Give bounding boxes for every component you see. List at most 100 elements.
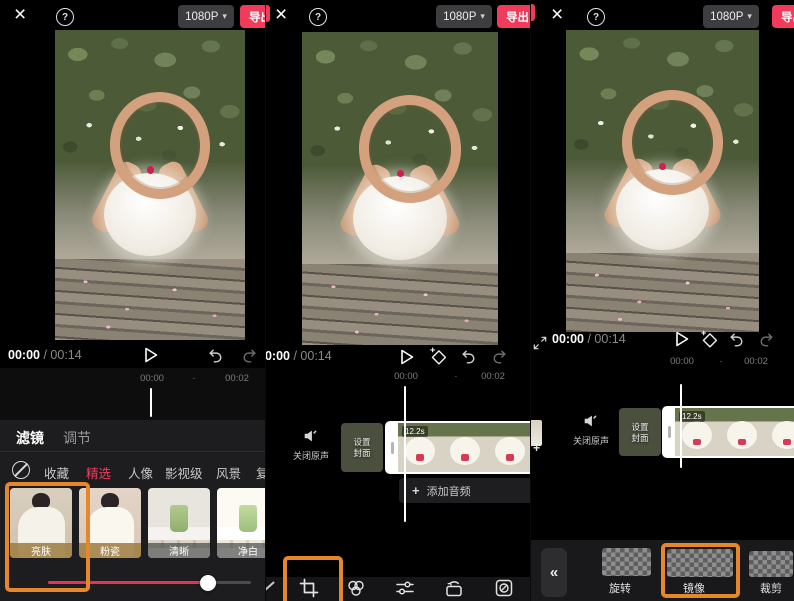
mute-label: 关闭原声 <box>293 449 329 462</box>
video-frame-scene <box>302 32 498 345</box>
undo-icon[interactable] <box>728 331 746 349</box>
keyframe-icon[interactable] <box>429 347 448 366</box>
mute-original-sound-button[interactable]: 关闭原声 <box>568 412 614 447</box>
panel-mirror-toolbar-screen: × ? 1080P ▾ 导出 00:00 / 00:14 <box>530 0 794 601</box>
fullscreen-icon[interactable] <box>533 336 547 350</box>
filter-thumb-qingxi[interactable]: 清晰 <box>148 488 210 558</box>
wooden-deck <box>55 259 245 340</box>
adjust-icon[interactable] <box>395 578 415 598</box>
tab-filters[interactable]: 滤镜 <box>16 428 44 448</box>
filter-thumb-jingbai[interactable]: 净白 <box>217 488 265 558</box>
close-icon[interactable]: × <box>14 5 26 25</box>
mute-label: 关闭原声 <box>573 434 609 447</box>
category-favorites[interactable]: 收藏 <box>44 463 69 482</box>
undo-icon[interactable] <box>207 347 225 365</box>
mirror-icon-censored[interactable] <box>667 549 733 577</box>
add-audio-button[interactable]: + 添加音频 <box>399 478 531 503</box>
replace-icon[interactable] <box>444 578 464 598</box>
ruler-tick: 00:02 <box>744 356 768 367</box>
blocked-square-icon[interactable] <box>494 578 514 598</box>
export-button[interactable]: 导出 <box>772 5 794 28</box>
filter-thumb-label: 亮肤 <box>10 543 72 558</box>
category-landscape[interactable]: 风景 <box>216 463 241 482</box>
ruler-dot: · <box>192 373 195 384</box>
option-crop[interactable]: 裁剪 <box>760 580 782 596</box>
resolution-value: 1080P <box>710 11 743 23</box>
redo-icon[interactable] <box>490 348 508 366</box>
video-preview-selected <box>566 30 759 332</box>
video-frame-scene <box>566 30 759 332</box>
clip-trim-handle-left[interactable] <box>664 408 675 456</box>
resolution-dropdown[interactable]: 1080P ▾ <box>436 5 492 28</box>
help-glyph: ? <box>315 12 321 23</box>
mute-original-sound-button[interactable]: 关闭原声 <box>288 427 334 462</box>
help-icon[interactable]: ? <box>309 8 327 26</box>
category-cinematic[interactable]: 影视级 <box>165 463 203 482</box>
ruler-tick: 00:00 <box>140 373 164 384</box>
current-time: 00:00 <box>552 332 584 346</box>
help-icon[interactable]: ? <box>56 8 74 26</box>
play-button[interactable] <box>671 329 691 349</box>
playhead[interactable] <box>680 384 682 468</box>
triple-screenshot-canvas: × ? 1080P ▾ 导出 00:00 / 00:14 <box>0 0 794 601</box>
filter-thumb-label: 净白 <box>217 543 265 558</box>
play-button[interactable] <box>396 347 416 367</box>
time-display: 00:00 / 00:14 <box>552 332 626 346</box>
clip-tile <box>720 408 765 456</box>
help-icon[interactable]: ? <box>587 8 605 26</box>
panel-filter-screen: × ? 1080P ▾ 导出 00:00 / 00:14 <box>0 0 265 601</box>
crop-option-icon-censored[interactable] <box>749 551 793 577</box>
filter-thumb-label: 粉瓷 <box>79 543 141 558</box>
redo-icon[interactable] <box>757 331 775 349</box>
option-mirror[interactable]: 镜像 <box>683 580 705 596</box>
undo-icon[interactable] <box>460 348 478 366</box>
resolution-dropdown[interactable]: 1080P ▾ <box>703 5 759 28</box>
add-clip-plus-fragment: + <box>533 441 540 455</box>
clip-tile <box>443 423 488 472</box>
close-icon[interactable]: × <box>275 5 287 25</box>
filters-icon[interactable] <box>346 578 366 598</box>
set-cover-button[interactable]: 设置 封面 <box>341 423 383 472</box>
resolution-value: 1080P <box>443 11 476 23</box>
video-frame-scene <box>55 30 245 340</box>
add-audio-label: 添加音频 <box>427 483 471 499</box>
clip-duration-badge: 12.2s <box>679 411 705 422</box>
red-nail <box>147 166 154 173</box>
resolution-value: 1080P <box>185 11 218 23</box>
video-preview-selected <box>302 32 498 345</box>
filter-thumb-fenci[interactable]: 粉瓷 <box>79 488 141 558</box>
total-time: 00:14 <box>300 349 331 363</box>
export-button[interactable]: 导出 <box>240 5 265 28</box>
cover-label-line2: 封面 <box>631 433 648 443</box>
set-cover-button[interactable]: 设置 封面 <box>619 408 661 456</box>
current-time: 00:00 <box>265 349 290 363</box>
playhead[interactable] <box>404 386 406 522</box>
collapse-toolbar-button[interactable]: « <box>541 548 567 597</box>
play-button[interactable] <box>140 345 160 365</box>
no-filter-icon[interactable] <box>12 461 30 479</box>
redo-icon[interactable] <box>240 347 258 365</box>
close-icon[interactable]: × <box>551 5 563 25</box>
playhead[interactable] <box>150 388 152 417</box>
video-preview <box>55 30 245 340</box>
filter-strength-slider[interactable] <box>48 581 251 584</box>
ruler-dot: · <box>719 356 722 367</box>
help-glyph: ? <box>62 12 68 23</box>
chevron-down-icon: ▾ <box>222 11 227 22</box>
category-portrait[interactable]: 人像 <box>128 463 153 482</box>
filter-thumb-liangfu[interactable]: 亮肤 <box>10 488 72 558</box>
filter-strength-knob[interactable] <box>200 575 216 591</box>
rotate-icon-censored[interactable] <box>602 548 651 576</box>
category-featured[interactable]: 精选 <box>86 463 111 482</box>
panel-clip-toolbar-screen: × ? 1080P ▾ 导出 00:00 / 00:14 <box>265 0 531 601</box>
category-retro[interactable]: 复古 <box>256 463 265 482</box>
crop-icon[interactable] <box>299 578 319 598</box>
selected-clip[interactable]: 12.2s <box>385 421 531 474</box>
keyframe-icon[interactable] <box>700 330 719 349</box>
resolution-dropdown[interactable]: 1080P ▾ <box>178 5 234 28</box>
current-time: 00:00 <box>8 348 40 362</box>
clip-trim-handle-left[interactable] <box>387 423 398 472</box>
tab-adjust[interactable]: 调节 <box>63 428 91 448</box>
export-button[interactable]: 导出 <box>497 5 531 28</box>
option-rotate[interactable]: 旋转 <box>609 580 631 596</box>
